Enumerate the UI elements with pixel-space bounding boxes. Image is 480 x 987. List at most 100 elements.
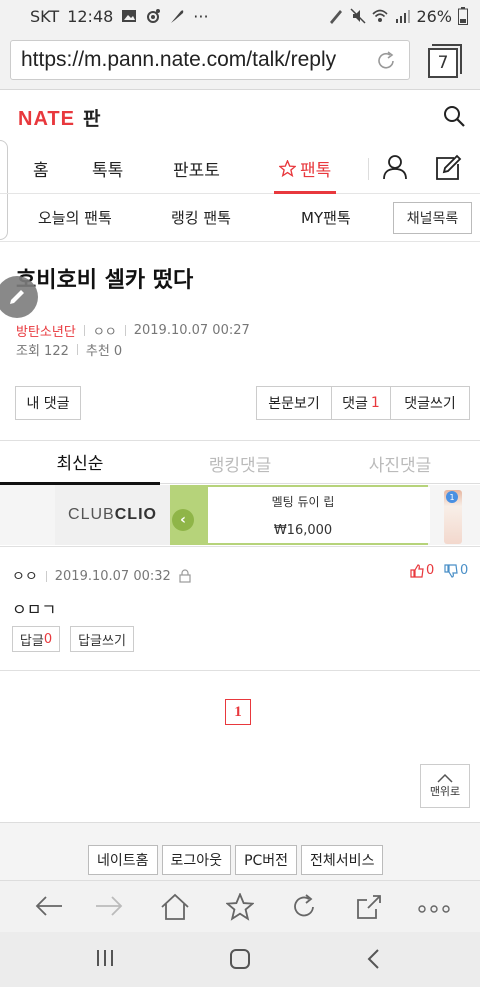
- divider: [0, 670, 480, 671]
- comment-nickname: ㅇㅇ: [12, 569, 38, 585]
- bookmark-star-icon[interactable]: [226, 893, 254, 921]
- tabs-baseline: [160, 483, 480, 484]
- tab-ranking-comments[interactable]: 랭킹댓글: [160, 441, 320, 485]
- ad-prev-icon[interactable]: ‹: [172, 509, 194, 531]
- thumbs-up-icon: [410, 563, 424, 578]
- scroll-top-button[interactable]: 맨위로: [420, 764, 470, 808]
- footer-nate-home[interactable]: 네이트홈: [88, 845, 158, 875]
- browser-toolbar: https://m.pann.nate.com/talk/reply 7: [0, 32, 480, 90]
- write-comment-button[interactable]: 댓글쓰기: [390, 386, 470, 420]
- view-post-button[interactable]: 본문보기: [256, 386, 332, 420]
- channel-list-button[interactable]: 채널목록: [393, 202, 472, 234]
- recent-apps-icon[interactable]: [95, 948, 115, 968]
- star-icon: [279, 160, 296, 177]
- main-nav: 홈 톡톡 판포토 팬톡: [0, 142, 480, 194]
- nav-panpoto[interactable]: 판포토: [173, 156, 220, 181]
- tab-count-button[interactable]: 7: [428, 44, 462, 78]
- share-icon[interactable]: [355, 893, 383, 921]
- scroll-top-label: 맨위로: [429, 785, 461, 798]
- nav-home[interactable]: 홈: [33, 156, 49, 181]
- post-action-group: 본문보기 댓글 1 댓글쓰기: [256, 386, 470, 420]
- replies-button[interactable]: 답글 0: [12, 626, 60, 652]
- post-datetime: 2019.10.07 00:27: [133, 323, 250, 338]
- post-title: 호비호비 셀카 떴다: [16, 268, 194, 293]
- address-bar[interactable]: https://m.pann.nate.com/talk/reply: [10, 40, 410, 80]
- write-icon[interactable]: [434, 154, 462, 182]
- section-name: 판: [82, 108, 101, 130]
- footer-logout[interactable]: 로그아웃: [161, 845, 232, 875]
- browser-bottom-toolbar: [0, 880, 480, 932]
- forward-arrow-icon[interactable]: [94, 893, 124, 919]
- page-number-current[interactable]: 1: [225, 699, 251, 725]
- refresh-icon[interactable]: [290, 893, 318, 921]
- tab-latest[interactable]: 최신순: [0, 441, 160, 485]
- search-icon[interactable]: [442, 104, 466, 128]
- comments-button[interactable]: 댓글 1: [331, 386, 391, 420]
- ad-product-card[interactable]: 멜팅 듀이 립 ₩16,000 1: [208, 487, 462, 544]
- meta-divider: [124, 325, 126, 336]
- status-bar: SKT 12:48 ··· 26%: [0, 0, 480, 32]
- comments-label: 댓글: [342, 396, 368, 412]
- comment-datetime: 2019.10.07 00:32: [54, 568, 171, 584]
- nate-logo: NATE: [18, 108, 75, 130]
- replies-label: 답글: [19, 633, 44, 649]
- subnav-ranking[interactable]: 랭킹 팬톡: [171, 207, 231, 228]
- nav-divider: [368, 158, 369, 180]
- home-button-icon[interactable]: [229, 948, 251, 970]
- nav-pantalk[interactable]: 팬톡: [279, 156, 331, 181]
- wifi-icon: [372, 9, 389, 22]
- post-recommends: 추천 0: [85, 344, 123, 359]
- site-header: NATE 판: [0, 90, 480, 142]
- comment-meta: ㅇㅇ 2019.10.07 00:32: [12, 566, 191, 586]
- tab-count: 7: [437, 53, 449, 73]
- reload-icon[interactable]: [375, 50, 397, 72]
- thumbs-down-icon: [444, 563, 458, 578]
- nav-pantalk-label: 팬톡: [300, 161, 332, 181]
- user-icon[interactable]: [382, 154, 408, 180]
- back-button-icon[interactable]: [366, 948, 380, 970]
- ad-product-panel[interactable]: ‹ 멜팅 듀이 립 ₩16,000 1: [170, 485, 462, 545]
- footer-links: 네이트홈 로그아웃 PC버전 전체서비스: [88, 845, 384, 875]
- url-text[interactable]: https://m.pann.nate.com/talk/reply: [21, 48, 371, 72]
- post-nickname: ㅇㅇ: [92, 325, 117, 340]
- my-comments-button[interactable]: 내 댓글: [15, 386, 81, 420]
- post-channel[interactable]: 방탄소년단: [16, 321, 76, 340]
- more-icon[interactable]: [418, 905, 450, 913]
- home-icon[interactable]: [160, 893, 190, 921]
- post-views: 조회 122: [16, 344, 69, 359]
- comments-count: 1: [370, 395, 380, 411]
- edit-fab[interactable]: [0, 276, 38, 318]
- post-meta: 방탄소년단 ㅇㅇ 2019.10.07 00:27: [16, 321, 250, 340]
- ad-brand-left: CLUB: [68, 506, 115, 523]
- nav-toktok[interactable]: 톡톡: [92, 156, 123, 181]
- subnav-my[interactable]: MY팬톡: [301, 207, 351, 228]
- feather-icon: [171, 10, 184, 23]
- site-footer: 네이트홈 로그아웃 PC버전 전체서비스: [0, 822, 480, 880]
- chevron-up-icon: [437, 773, 453, 783]
- downvote-button[interactable]: 0: [444, 563, 468, 578]
- footer-pc-version[interactable]: PC버전: [235, 845, 298, 875]
- lock-icon: [179, 569, 191, 583]
- meta-divider: [76, 344, 78, 355]
- pencil-icon: [10, 290, 24, 304]
- tab-photo-comments[interactable]: 사진댓글: [320, 441, 480, 485]
- footer-all-services[interactable]: 전체서비스: [301, 845, 384, 875]
- upvote-button[interactable]: 0: [410, 563, 434, 578]
- pen-status-icon: [330, 10, 343, 24]
- carrier: SKT: [30, 6, 60, 26]
- nate-pann-logo[interactable]: NATE 판: [18, 104, 100, 131]
- post-stats: 조회 122 추천 0: [16, 340, 122, 359]
- ad-product-price: ₩16,000: [273, 523, 333, 538]
- subnav-today[interactable]: 오늘의 팬톡: [38, 207, 112, 228]
- clubclio-logo[interactable]: CLUB CLIO: [55, 485, 170, 545]
- ad-banner[interactable]: CLUB CLIO ‹ 멜팅 듀이 립 ₩16,000 1: [0, 485, 480, 545]
- write-reply-button[interactable]: 답글쓰기: [70, 626, 134, 652]
- clock: 12:48: [67, 6, 114, 26]
- back-arrow-icon[interactable]: [34, 893, 64, 919]
- mute-icon: [350, 8, 366, 24]
- comment-text: ㅇㅁㄱ: [12, 600, 57, 619]
- downvote-count: 0: [460, 563, 469, 578]
- upvote-count: 0: [426, 563, 435, 578]
- ad-badge: 1: [446, 491, 458, 503]
- gallery-icon: [122, 10, 137, 22]
